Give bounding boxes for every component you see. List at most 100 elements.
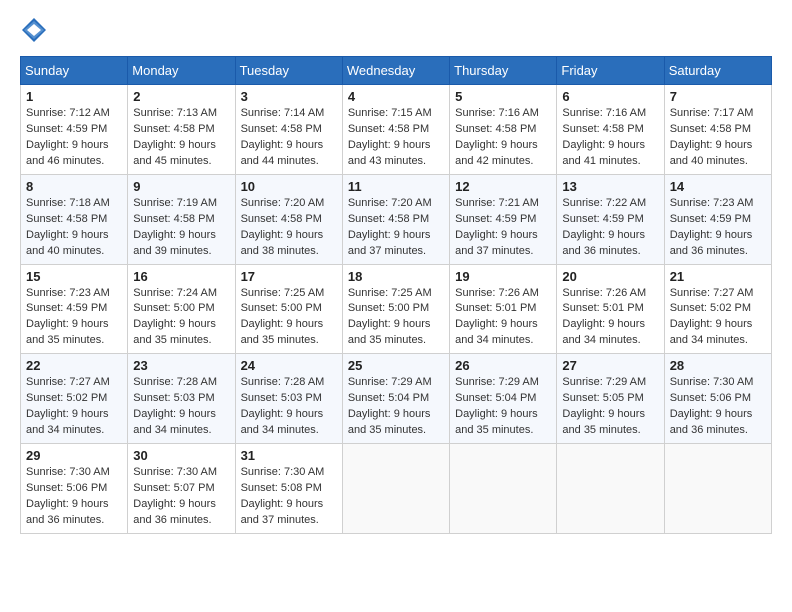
day-info: Sunrise: 7:24 AM Sunset: 5:00 PM Dayligh… (133, 286, 229, 350)
calendar-cell: 23 Sunrise: 7:28 AM Sunset: 5:03 PM Dayl… (128, 354, 235, 444)
day-number: 19 (455, 269, 551, 284)
daylight-label: Daylight: 9 hours and 34 minutes. (562, 318, 645, 346)
day-number: 14 (670, 179, 766, 194)
sunrise-label: Sunrise: 7:26 AM (455, 287, 539, 299)
day-info: Sunrise: 7:22 AM Sunset: 4:59 PM Dayligh… (562, 196, 658, 260)
sunset-label: Sunset: 5:03 PM (241, 392, 322, 404)
sunset-label: Sunset: 4:58 PM (241, 213, 322, 225)
calendar-week-row: 8 Sunrise: 7:18 AM Sunset: 4:58 PM Dayli… (21, 174, 772, 264)
sunset-label: Sunset: 5:07 PM (133, 482, 214, 494)
day-info: Sunrise: 7:17 AM Sunset: 4:58 PM Dayligh… (670, 106, 766, 170)
day-info: Sunrise: 7:29 AM Sunset: 5:04 PM Dayligh… (455, 375, 551, 439)
daylight-label: Daylight: 9 hours and 42 minutes. (455, 139, 538, 167)
sunset-label: Sunset: 4:58 PM (348, 213, 429, 225)
day-info: Sunrise: 7:14 AM Sunset: 4:58 PM Dayligh… (241, 106, 337, 170)
sunset-label: Sunset: 4:58 PM (348, 123, 429, 135)
day-number: 29 (26, 448, 122, 463)
calendar-cell: 1 Sunrise: 7:12 AM Sunset: 4:59 PM Dayli… (21, 85, 128, 175)
sunset-label: Sunset: 5:01 PM (562, 302, 643, 314)
day-info: Sunrise: 7:28 AM Sunset: 5:03 PM Dayligh… (133, 375, 229, 439)
calendar-cell: 12 Sunrise: 7:21 AM Sunset: 4:59 PM Dayl… (450, 174, 557, 264)
calendar-cell: 27 Sunrise: 7:29 AM Sunset: 5:05 PM Dayl… (557, 354, 664, 444)
sunset-label: Sunset: 5:02 PM (26, 392, 107, 404)
daylight-label: Daylight: 9 hours and 36 minutes. (133, 498, 216, 526)
day-info: Sunrise: 7:27 AM Sunset: 5:02 PM Dayligh… (26, 375, 122, 439)
day-info: Sunrise: 7:16 AM Sunset: 4:58 PM Dayligh… (455, 106, 551, 170)
calendar-cell: 25 Sunrise: 7:29 AM Sunset: 5:04 PM Dayl… (342, 354, 449, 444)
calendar-cell: 17 Sunrise: 7:25 AM Sunset: 5:00 PM Dayl… (235, 264, 342, 354)
day-info: Sunrise: 7:12 AM Sunset: 4:59 PM Dayligh… (26, 106, 122, 170)
sunrise-label: Sunrise: 7:27 AM (670, 287, 754, 299)
day-info: Sunrise: 7:20 AM Sunset: 4:58 PM Dayligh… (241, 196, 337, 260)
day-of-week-header: Saturday (664, 57, 771, 85)
sunrise-label: Sunrise: 7:29 AM (348, 376, 432, 388)
daylight-label: Daylight: 9 hours and 35 minutes. (455, 408, 538, 436)
day-number: 26 (455, 358, 551, 373)
calendar-cell: 22 Sunrise: 7:27 AM Sunset: 5:02 PM Dayl… (21, 354, 128, 444)
sunrise-label: Sunrise: 7:28 AM (133, 376, 217, 388)
day-number: 21 (670, 269, 766, 284)
day-info: Sunrise: 7:23 AM Sunset: 4:59 PM Dayligh… (670, 196, 766, 260)
day-info: Sunrise: 7:25 AM Sunset: 5:00 PM Dayligh… (348, 286, 444, 350)
day-number: 2 (133, 89, 229, 104)
sunrise-label: Sunrise: 7:29 AM (455, 376, 539, 388)
daylight-label: Daylight: 9 hours and 34 minutes. (26, 408, 109, 436)
day-number: 28 (670, 358, 766, 373)
day-number: 25 (348, 358, 444, 373)
day-of-week-header: Friday (557, 57, 664, 85)
day-number: 1 (26, 89, 122, 104)
day-info: Sunrise: 7:19 AM Sunset: 4:58 PM Dayligh… (133, 196, 229, 260)
sunrise-label: Sunrise: 7:26 AM (562, 287, 646, 299)
sunrise-label: Sunrise: 7:30 AM (26, 466, 110, 478)
daylight-label: Daylight: 9 hours and 41 minutes. (562, 139, 645, 167)
sunset-label: Sunset: 4:58 PM (26, 213, 107, 225)
day-info: Sunrise: 7:26 AM Sunset: 5:01 PM Dayligh… (455, 286, 551, 350)
calendar-cell: 7 Sunrise: 7:17 AM Sunset: 4:58 PM Dayli… (664, 85, 771, 175)
day-info: Sunrise: 7:15 AM Sunset: 4:58 PM Dayligh… (348, 106, 444, 170)
day-info: Sunrise: 7:30 AM Sunset: 5:07 PM Dayligh… (133, 465, 229, 529)
logo (20, 16, 52, 44)
sunrise-label: Sunrise: 7:22 AM (562, 197, 646, 209)
day-of-week-header: Sunday (21, 57, 128, 85)
day-number: 31 (241, 448, 337, 463)
day-number: 16 (133, 269, 229, 284)
calendar-cell: 31 Sunrise: 7:30 AM Sunset: 5:08 PM Dayl… (235, 444, 342, 534)
sunset-label: Sunset: 5:08 PM (241, 482, 322, 494)
calendar-header-row: SundayMondayTuesdayWednesdayThursdayFrid… (21, 57, 772, 85)
day-number: 7 (670, 89, 766, 104)
sunrise-label: Sunrise: 7:23 AM (670, 197, 754, 209)
calendar-cell: 10 Sunrise: 7:20 AM Sunset: 4:58 PM Dayl… (235, 174, 342, 264)
calendar-cell: 24 Sunrise: 7:28 AM Sunset: 5:03 PM Dayl… (235, 354, 342, 444)
calendar-cell (342, 444, 449, 534)
daylight-label: Daylight: 9 hours and 44 minutes. (241, 139, 324, 167)
sunrise-label: Sunrise: 7:30 AM (133, 466, 217, 478)
sunset-label: Sunset: 5:00 PM (348, 302, 429, 314)
sunset-label: Sunset: 5:06 PM (26, 482, 107, 494)
daylight-label: Daylight: 9 hours and 46 minutes. (26, 139, 109, 167)
calendar-cell: 3 Sunrise: 7:14 AM Sunset: 4:58 PM Dayli… (235, 85, 342, 175)
day-info: Sunrise: 7:13 AM Sunset: 4:58 PM Dayligh… (133, 106, 229, 170)
calendar-week-row: 22 Sunrise: 7:27 AM Sunset: 5:02 PM Dayl… (21, 354, 772, 444)
calendar-cell: 2 Sunrise: 7:13 AM Sunset: 4:58 PM Dayli… (128, 85, 235, 175)
sunrise-label: Sunrise: 7:25 AM (348, 287, 432, 299)
daylight-label: Daylight: 9 hours and 35 minutes. (348, 408, 431, 436)
calendar-cell: 15 Sunrise: 7:23 AM Sunset: 4:59 PM Dayl… (21, 264, 128, 354)
sunrise-label: Sunrise: 7:29 AM (562, 376, 646, 388)
sunrise-label: Sunrise: 7:19 AM (133, 197, 217, 209)
day-info: Sunrise: 7:30 AM Sunset: 5:08 PM Dayligh… (241, 465, 337, 529)
day-info: Sunrise: 7:28 AM Sunset: 5:03 PM Dayligh… (241, 375, 337, 439)
calendar-cell: 4 Sunrise: 7:15 AM Sunset: 4:58 PM Dayli… (342, 85, 449, 175)
daylight-label: Daylight: 9 hours and 35 minutes. (241, 318, 324, 346)
sunrise-label: Sunrise: 7:24 AM (133, 287, 217, 299)
day-number: 10 (241, 179, 337, 194)
day-of-week-header: Monday (128, 57, 235, 85)
sunrise-label: Sunrise: 7:21 AM (455, 197, 539, 209)
daylight-label: Daylight: 9 hours and 36 minutes. (26, 498, 109, 526)
daylight-label: Daylight: 9 hours and 36 minutes. (562, 229, 645, 257)
day-number: 9 (133, 179, 229, 194)
day-number: 18 (348, 269, 444, 284)
daylight-label: Daylight: 9 hours and 34 minutes. (670, 318, 753, 346)
day-number: 3 (241, 89, 337, 104)
sunrise-label: Sunrise: 7:25 AM (241, 287, 325, 299)
day-number: 13 (562, 179, 658, 194)
